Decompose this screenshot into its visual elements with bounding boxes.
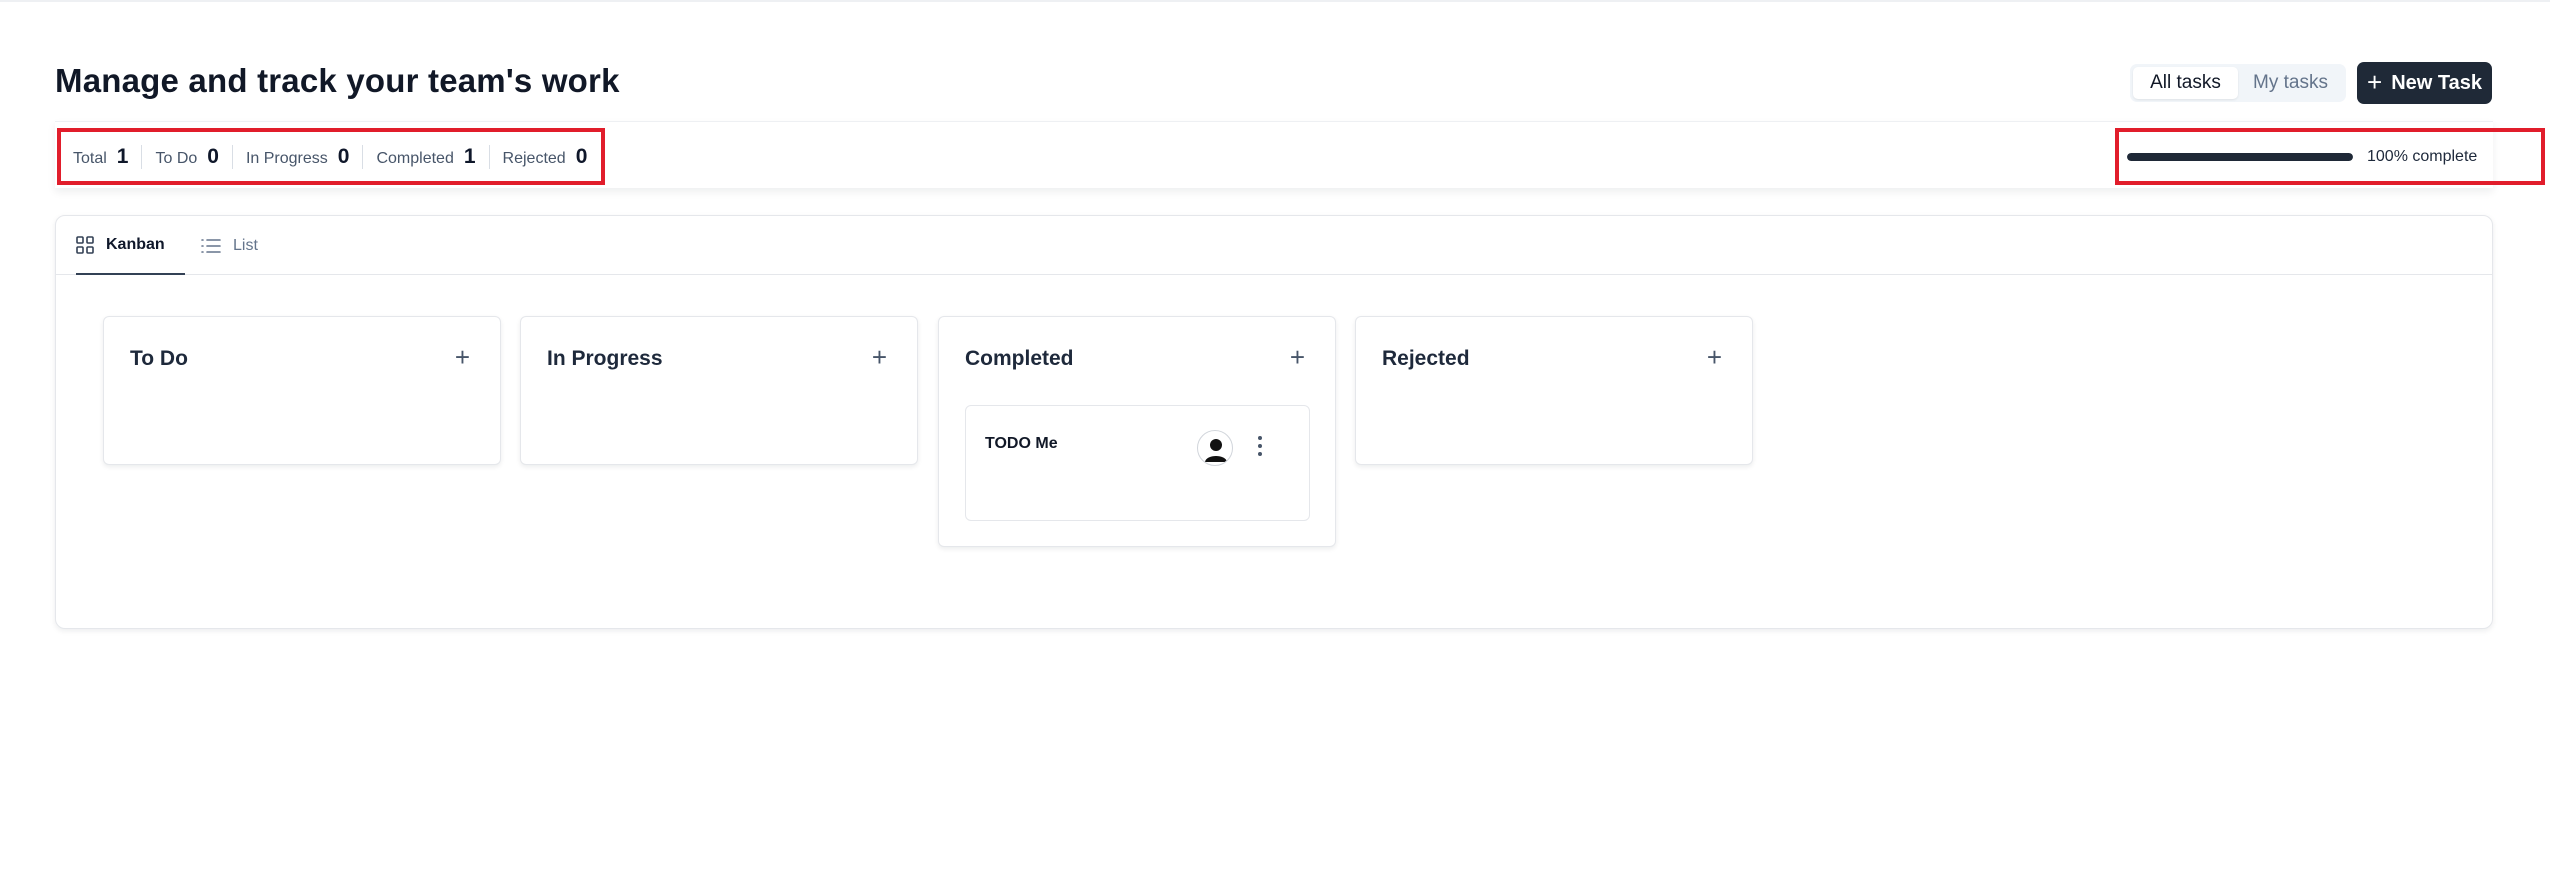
column-completed: Completed + TODO Me <box>938 316 1336 547</box>
task-card[interactable]: TODO Me <box>965 405 1310 521</box>
tab-label: Kanban <box>106 235 165 253</box>
plus-icon: + <box>2367 66 2383 97</box>
stat-label: To Do <box>155 149 198 167</box>
stat-value: 0 <box>337 144 350 168</box>
column-title: Rejected <box>1382 347 1470 370</box>
stats-summary: Total 1 To Do 0 In Progress 0 Completed … <box>57 128 605 185</box>
more-vertical-icon[interactable] <box>1255 432 1265 462</box>
list-icon <box>201 238 221 253</box>
new-task-label: New Task <box>2391 71 2482 94</box>
task-card-title: TODO Me <box>985 435 1058 452</box>
my-tasks-option[interactable]: My tasks <box>2238 67 2343 99</box>
progress-bar <box>2127 152 2353 161</box>
progress-bar-fill <box>2127 152 2353 161</box>
column-title: In Progress <box>547 347 663 370</box>
stat-label: Rejected <box>502 149 566 167</box>
top-divider <box>0 0 2550 2</box>
stat-label: Total <box>73 149 107 167</box>
page-title: Manage and track your team's work <box>55 62 620 99</box>
stat-label: Completed <box>376 149 454 167</box>
user-avatar-icon[interactable] <box>1197 430 1233 466</box>
column-in-progress: In Progress + <box>520 316 918 465</box>
stat-label: In Progress <box>245 149 328 167</box>
add-task-icon[interactable]: + <box>1707 344 1722 370</box>
column-todo: To Do + <box>103 316 501 465</box>
column-rejected: Rejected + <box>1355 316 1753 465</box>
stat-todo: To Do 0 <box>141 144 231 169</box>
tab-list[interactable]: List <box>201 216 258 275</box>
stat-in-progress: In Progress 0 <box>231 144 363 169</box>
stats-bar: Total 1 To Do 0 In Progress 0 Completed … <box>55 121 2545 188</box>
stat-value: 0 <box>575 144 588 168</box>
stat-rejected: Rejected 0 <box>488 144 601 169</box>
grid-icon <box>76 235 94 254</box>
new-task-button[interactable]: + New Task <box>2357 62 2492 104</box>
column-title: To Do <box>130 347 188 370</box>
add-task-icon[interactable]: + <box>455 344 470 370</box>
tab-kanban[interactable]: Kanban <box>76 216 185 275</box>
stat-value: 1 <box>116 144 129 168</box>
stat-total: Total 1 <box>73 145 141 169</box>
progress-summary: 100% complete <box>2115 128 2545 185</box>
stat-completed: Completed 1 <box>362 144 488 169</box>
task-board: Kanban List To Do + In Progress + Comple… <box>55 215 2493 629</box>
tab-label: List <box>233 236 258 254</box>
view-tabs: Kanban List <box>56 216 2492 275</box>
task-filter-toggle: All tasks My tasks <box>2130 64 2346 102</box>
stat-value: 1 <box>463 144 476 168</box>
add-task-icon[interactable]: + <box>872 344 887 370</box>
progress-label: 100% complete <box>2367 147 2478 165</box>
stat-value: 0 <box>207 144 219 168</box>
column-title: Completed <box>965 347 1074 370</box>
all-tasks-option[interactable]: All tasks <box>2133 67 2238 99</box>
add-task-icon[interactable]: + <box>1290 344 1305 370</box>
